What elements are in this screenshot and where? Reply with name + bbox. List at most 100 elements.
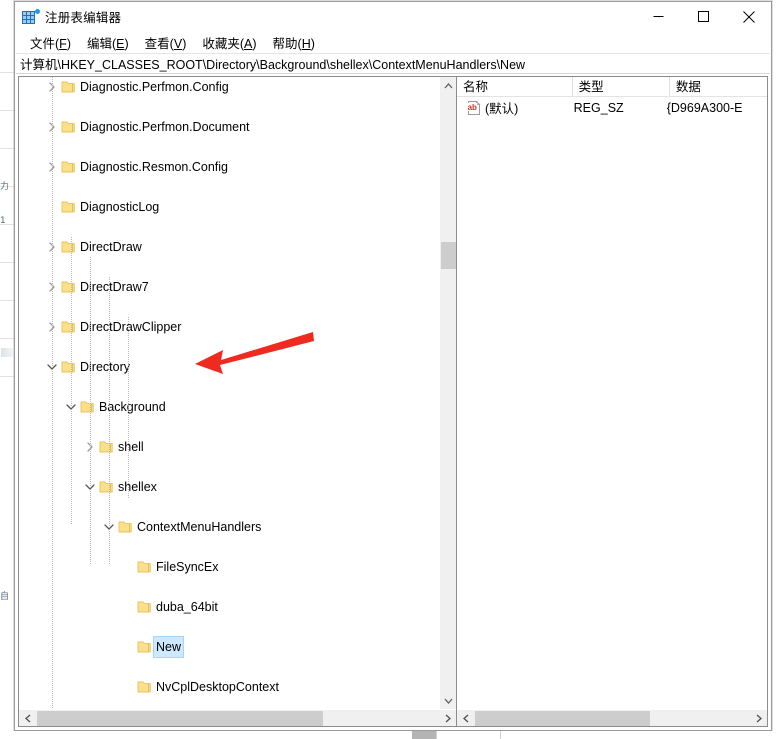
folder-icon xyxy=(79,397,96,417)
menu-file-key: F xyxy=(59,36,67,51)
folder-icon xyxy=(136,597,153,617)
registry-values-pane: 名称 类型 数据 ab (默认) REG_SZ {D969A300-E xyxy=(457,77,767,726)
menu-view-text: 查看( xyxy=(144,36,174,51)
ab-string-icon: ab xyxy=(467,100,481,115)
folder-icon xyxy=(98,477,115,497)
tree-item-label: shellex xyxy=(118,480,157,494)
tree-item-label: Diagnostic.Perfmon.Config xyxy=(80,80,229,94)
tree-scroll-thumb[interactable] xyxy=(441,242,456,269)
tree-item[interactable]: Diagnostic.Perfmon.Config xyxy=(19,77,439,97)
tree-item-label: DirectDraw xyxy=(80,240,142,254)
folder-icon xyxy=(136,557,153,577)
minimize-button[interactable] xyxy=(636,2,681,31)
maximize-button[interactable] xyxy=(681,2,726,31)
menu-edit-text: 编辑( xyxy=(86,36,117,51)
column-header-name[interactable]: 名称 xyxy=(457,77,573,96)
folder-icon xyxy=(117,517,134,537)
menu-file-text: 文件( xyxy=(30,36,60,51)
tree-hscroll-thumb[interactable] xyxy=(37,711,323,726)
folder-icon xyxy=(60,317,77,337)
value-type-cell: REG_SZ xyxy=(573,100,624,115)
tree-item[interactable]: DiagnosticLog xyxy=(19,197,439,217)
tree-item[interactable]: shell xyxy=(19,437,439,457)
tree-item-selected[interactable]: New xyxy=(19,636,439,658)
column-header-data[interactable]: 数据 xyxy=(670,77,767,96)
tree-item-label: duba_64bit xyxy=(156,600,218,614)
values-scroll-right-icon[interactable] xyxy=(750,710,767,726)
folder-icon xyxy=(60,77,77,97)
values-horizontal-scrollbar[interactable] xyxy=(457,709,767,726)
menu-item-view[interactable]: 查看(V) xyxy=(137,31,195,54)
folder-icon xyxy=(60,357,77,377)
column-header-type[interactable]: 类型 xyxy=(573,77,670,96)
values-hscroll-thumb[interactable] xyxy=(475,711,650,726)
tree-item[interactable]: FileSyncEx xyxy=(19,557,439,577)
address-path-text: 计算机\HKEY_CLASSES_ROOT\Directory\Backgrou… xyxy=(20,58,526,72)
folder-icon xyxy=(60,117,77,137)
tree-item-label: FileSyncEx xyxy=(156,560,219,574)
close-button[interactable] xyxy=(726,2,771,31)
title-bar: 注册表编辑器 xyxy=(15,2,771,31)
tree-item-label: Background xyxy=(99,400,166,414)
address-bar[interactable]: 计算机\HKEY_CLASSES_ROOT\Directory\Backgrou… xyxy=(16,53,770,74)
menu-view-key: V xyxy=(173,36,183,51)
menu-help-text: 帮助( xyxy=(272,36,302,51)
folder-icon xyxy=(60,157,77,177)
tree-item[interactable]: DirectDraw7 xyxy=(19,277,439,297)
menu-item-file[interactable]: 文件(F) xyxy=(22,31,79,54)
tree-guide-line xyxy=(71,237,72,524)
tree-vertical-scrollbar[interactable] xyxy=(439,77,456,709)
menu-item-help[interactable]: 帮助(H) xyxy=(265,31,323,54)
value-data-cell: {D969A300-E xyxy=(666,100,743,115)
folder-icon xyxy=(98,437,115,457)
registry-values-list[interactable]: 名称 类型 数据 ab (默认) REG_SZ {D969A300-E xyxy=(457,77,767,709)
menu-help-key: H xyxy=(301,36,311,51)
tree-item[interactable]: DirectDraw xyxy=(19,237,439,257)
tree-item[interactable]: shellex xyxy=(19,477,439,497)
tree-guide-line xyxy=(90,257,91,564)
svg-text:ab: ab xyxy=(468,103,477,112)
tree-scroll-down-icon[interactable] xyxy=(440,692,456,709)
panes-container: Diagnostic.Perfmon.Config Diagnostic.Perf… xyxy=(18,76,768,727)
backdrop-glyph: 力 xyxy=(0,182,10,192)
tree-scroll-up-icon[interactable] xyxy=(440,77,456,94)
tree-item-label: shell xyxy=(118,440,144,454)
tree-item-label: Directory xyxy=(80,360,131,374)
tree-item[interactable]: Directory xyxy=(19,357,439,377)
values-column-header: 名称 类型 数据 xyxy=(457,77,767,97)
tree-item[interactable]: NvCplDesktopContext xyxy=(19,677,439,697)
folder-icon xyxy=(136,637,153,657)
tree-item[interactable]: duba_64bit xyxy=(19,597,439,617)
value-row[interactable]: ab (默认) REG_SZ {D969A300-E xyxy=(457,97,767,118)
tree-item-label: Diagnostic.Resmon.Config xyxy=(80,160,228,174)
value-name-cell: ab (默认) xyxy=(457,98,568,117)
tree-item[interactable]: DirectDrawClipper xyxy=(19,317,439,337)
tree-item[interactable]: ContextMenuHandlers xyxy=(19,517,439,537)
tree-item[interactable]: Diagnostic.Resmon.Config xyxy=(19,157,439,177)
backdrop-glyph: 自 xyxy=(0,592,10,602)
menu-item-edit[interactable]: 编辑(E) xyxy=(79,31,137,54)
window-buttons xyxy=(636,2,771,31)
backdrop-glyph: 1 xyxy=(0,216,6,226)
tree-item-label: NvCplDesktopContext xyxy=(156,680,279,694)
menu-favorites-text: 收藏夹( xyxy=(202,36,245,51)
tree-scroll-right-icon[interactable] xyxy=(439,710,456,726)
registry-grid-icon xyxy=(22,8,40,25)
tree-item-label: New xyxy=(152,636,185,658)
tree-item[interactable]: Background xyxy=(19,397,439,417)
menu-edit-key: E xyxy=(116,36,125,51)
tree-item[interactable]: Diagnostic.Perfmon.Document xyxy=(19,117,439,137)
folder-icon xyxy=(60,277,77,297)
bottom-strip xyxy=(0,731,779,739)
menu-item-favorites[interactable]: 收藏夹(A) xyxy=(194,31,264,54)
tree-item-label: DirectDraw7 xyxy=(80,280,149,294)
tree-item-label: DirectDrawClipper xyxy=(80,320,182,334)
tree-scroll-left-icon[interactable] xyxy=(19,710,36,726)
tree-item-label: DiagnosticLog xyxy=(80,200,160,214)
tree-horizontal-scrollbar[interactable] xyxy=(19,709,456,726)
registry-editor-window: 注册表编辑器 文件(F) 编辑(E) 查看(V) 收藏夹(A) 帮助(H) 计算… xyxy=(14,1,772,731)
value-name-text: (默认) xyxy=(485,102,519,116)
values-scroll-left-icon[interactable] xyxy=(457,710,474,726)
registry-tree[interactable]: Diagnostic.Perfmon.Config Diagnostic.Perf… xyxy=(19,77,439,709)
tree-item-label: Diagnostic.Perfmon.Document xyxy=(80,120,250,134)
